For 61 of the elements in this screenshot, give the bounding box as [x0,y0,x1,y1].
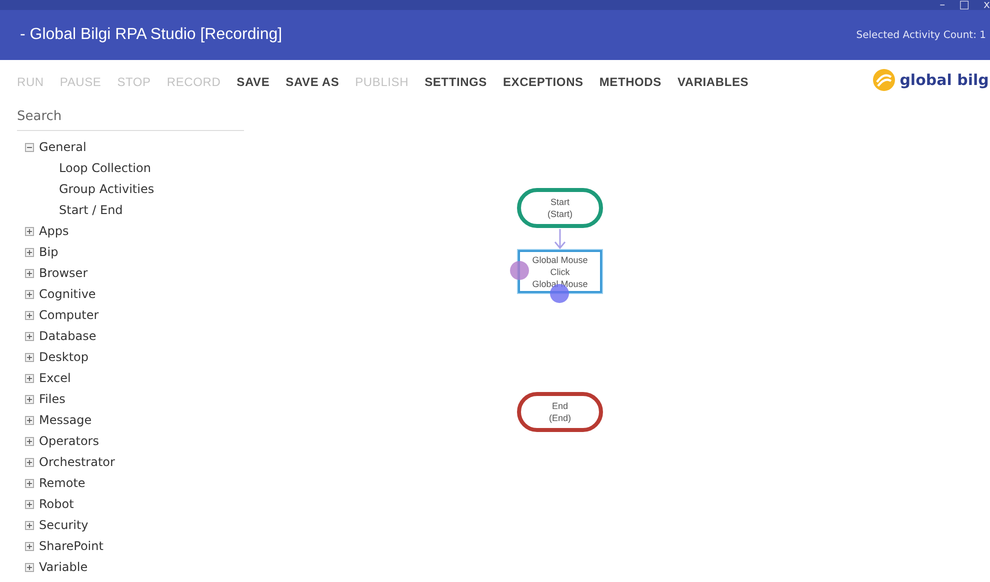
window-control[interactable]: □ [959,0,970,10]
node-label: Start (Start) [547,196,572,220]
expand-icon[interactable] [25,290,34,298]
expand-icon[interactable] [25,310,34,320]
expand-icon[interactable] [25,416,34,424]
tree-item[interactable]: General [39,138,86,156]
tree-item[interactable]: Start / End [25,201,123,219]
node-label: End (End) [548,400,571,424]
expand-icon[interactable] [25,352,34,362]
tree-item[interactable]: Excel [39,369,71,387]
connector-handle[interactable] [510,261,529,280]
window-control[interactable]: – [940,0,946,10]
tree-item[interactable]: Remote [39,474,86,492]
toolbar-button[interactable]: SAVE AS [286,73,340,91]
toolbar-button[interactable]: METHODS [599,73,662,91]
expand-icon[interactable] [25,268,34,278]
tree-item[interactable]: Variable [39,558,88,576]
expand-icon[interactable] [25,458,34,466]
expand-icon[interactable] [25,332,34,340]
tree-item[interactable]: Security [39,516,88,534]
tree-item[interactable]: Computer [39,306,99,324]
expand-icon[interactable] [25,562,34,572]
expand-icon[interactable] [25,520,34,530]
tree-item[interactable]: Files [39,390,66,408]
toolbar-button[interactable]: SETTINGS [424,73,487,91]
tree-item[interactable]: Orchestrator [39,453,115,471]
tree-item[interactable]: Message [39,411,92,429]
activity-node[interactable]: Global Mouse Click Global Mouse [518,250,602,293]
tree-item[interactable]: Robot [39,495,74,513]
expand-icon[interactable] [25,394,34,404]
tree-item[interactable]: Browser [39,264,88,282]
expand-icon[interactable] [25,436,34,446]
expand-icon[interactable] [25,500,34,508]
expand-icon[interactable] [25,248,34,256]
selected-count: Selected Activity Count: 1 [856,28,986,42]
window-control[interactable]: x [983,0,990,10]
expand-icon[interactable] [25,374,34,382]
node-label: Global Mouse Click Global Mouse [532,254,588,290]
terminal-node[interactable]: End (End) [517,392,603,432]
tree-item[interactable]: Bip [39,243,58,261]
logo-text: global bilgi [900,70,990,91]
tree-item[interactable]: Cognitive [39,285,96,303]
window-title: - Global Bilgi RPA Studio [Recording] [20,25,282,45]
tree-item[interactable]: Operators [39,432,99,450]
tree-item[interactable]: Database [39,327,96,345]
tree-item[interactable]: Group Activities [25,180,154,198]
expand-icon[interactable] [25,478,34,488]
tree-item[interactable]: Desktop [39,348,88,366]
logo-icon [872,68,896,92]
expand-icon[interactable] [25,542,34,550]
connector-arrow [554,229,566,250]
terminal-node[interactable]: Start (Start) [517,188,603,228]
search-field[interactable]: Search [17,104,244,130]
tree-item[interactable]: SharePoint [39,537,104,555]
expand-icon[interactable] [25,226,34,236]
toolbar-button[interactable]: SAVE [236,73,270,91]
collapse-icon[interactable] [25,142,34,152]
toolbar-button[interactable]: VARIABLES [677,73,749,91]
tree-item[interactable]: Loop Collection [25,159,151,177]
toolbar-button[interactable]: EXCEPTIONS [502,73,584,91]
tree-item[interactable]: Apps [39,222,69,240]
